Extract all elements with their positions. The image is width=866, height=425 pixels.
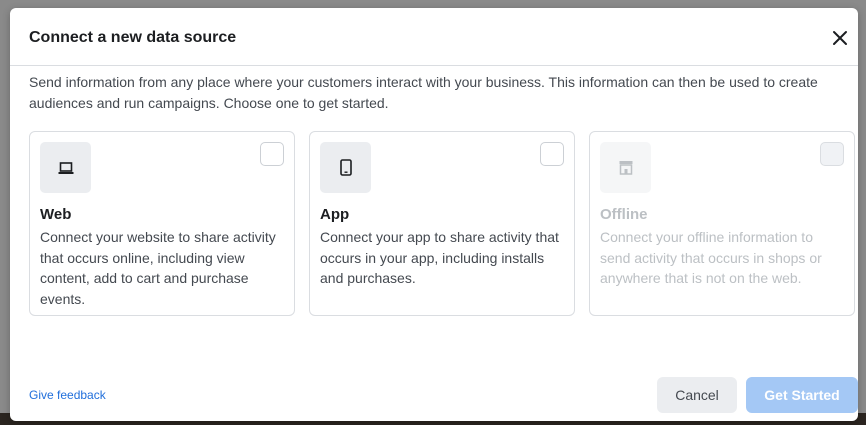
give-feedback-link[interactable]: Give feedback — [29, 388, 106, 402]
store-icon — [619, 161, 632, 175]
app-icon-box — [320, 142, 371, 193]
header-divider — [10, 65, 858, 66]
phone-icon — [339, 159, 352, 176]
offline-option-name: Offline — [600, 206, 648, 223]
offline-option-description: Connect your offline information to send… — [600, 229, 822, 286]
connect-data-source-dialog: Connect a new data source Send informati… — [10, 8, 858, 421]
cancel-button[interactable]: Cancel — [657, 377, 737, 413]
dialog-title: Connect a new data source — [29, 29, 237, 46]
app-option-card[interactable]: App Connect your app to share activity t… — [309, 131, 575, 316]
close-button[interactable] — [828, 26, 852, 50]
get-started-button[interactable]: Get Started — [746, 377, 858, 413]
offline-checkbox — [820, 142, 844, 166]
close-icon — [833, 31, 847, 45]
dialog-description: Send information from any place where yo… — [29, 74, 818, 111]
offline-option-card: Offline Connect your offline information… — [589, 131, 855, 316]
app-option-name: App — [320, 206, 350, 223]
laptop-icon — [58, 161, 73, 174]
web-checkbox[interactable] — [260, 142, 284, 166]
web-option-card[interactable]: Web Connect your website to share activi… — [29, 131, 295, 316]
web-option-description: Connect your website to share activity t… — [40, 229, 276, 307]
web-option-name: Web — [40, 206, 72, 223]
web-icon-box — [40, 142, 91, 193]
offline-icon-box — [600, 142, 651, 193]
app-checkbox[interactable] — [540, 142, 564, 166]
app-option-description: Connect your app to share activity that … — [320, 229, 559, 286]
